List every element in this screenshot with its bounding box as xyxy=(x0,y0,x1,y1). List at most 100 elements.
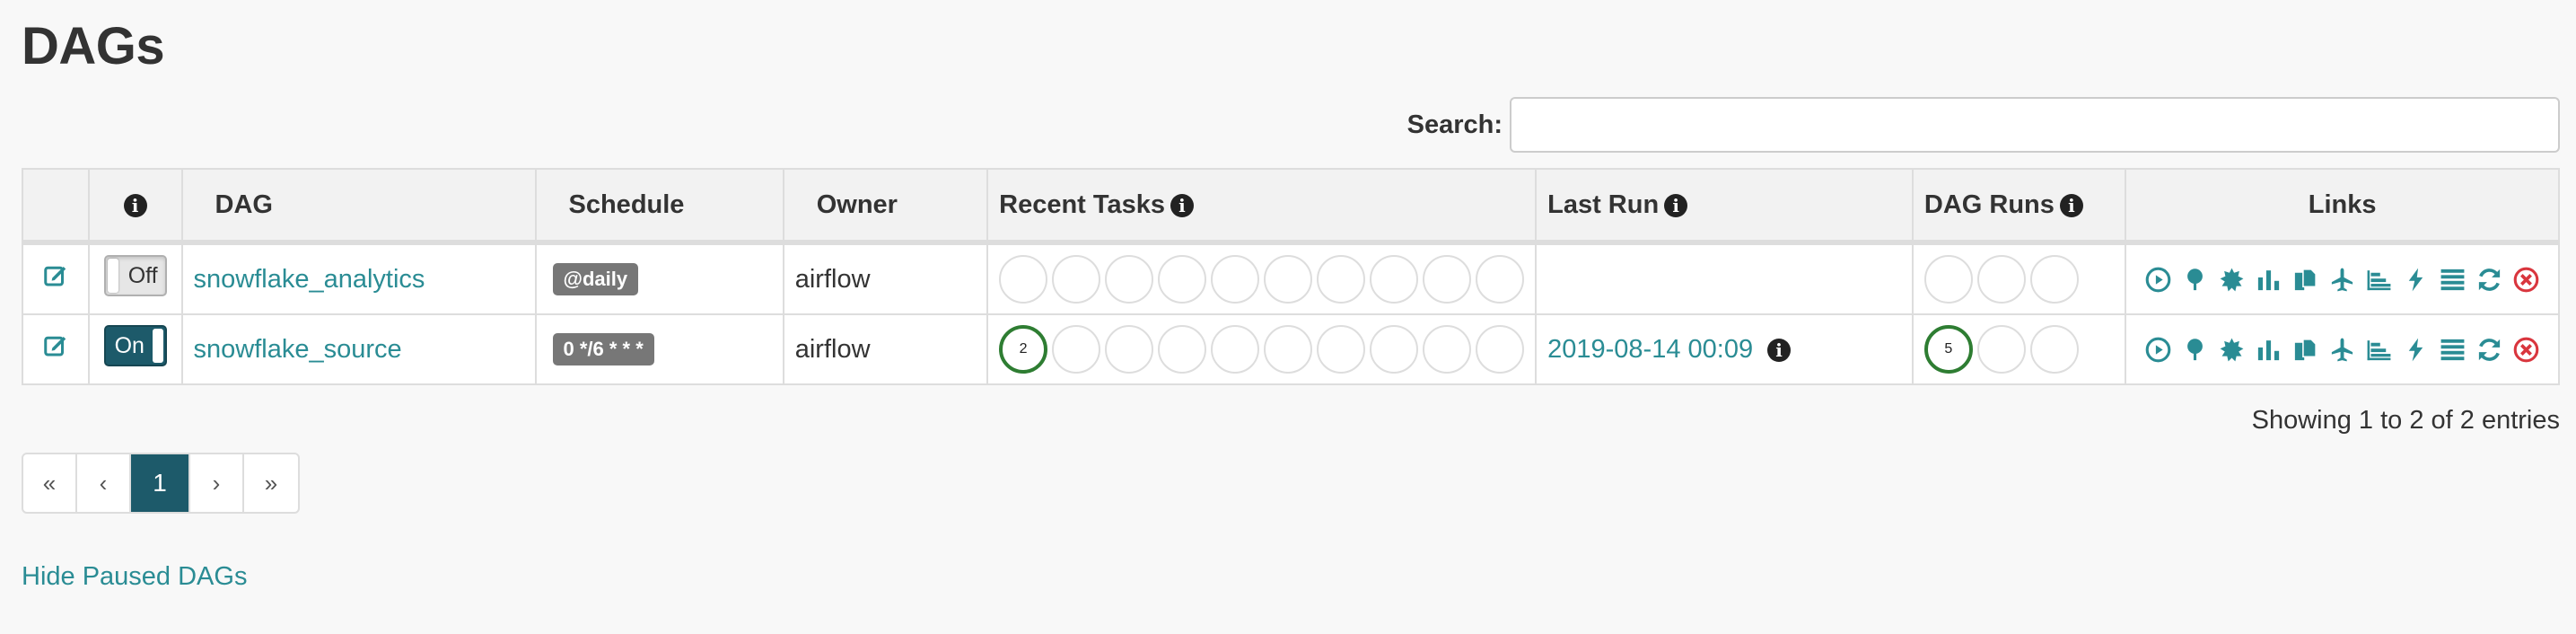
toggle-label: On xyxy=(114,333,145,358)
trigger-dag-icon[interactable] xyxy=(2144,266,2172,294)
task-state-circle[interactable] xyxy=(1317,325,1366,374)
owner-cell: airflow xyxy=(782,313,989,385)
tree-view-icon[interactable] xyxy=(2181,336,2209,364)
gantt-icon[interactable] xyxy=(2365,336,2393,364)
task-state-circle[interactable] xyxy=(1476,255,1525,304)
last-run-cell xyxy=(1535,242,1914,315)
header-dag[interactable]: DAG xyxy=(180,168,537,245)
search-input[interactable] xyxy=(1510,97,2560,153)
table-row: Off snowflake_analytics @daily airflow xyxy=(22,242,2560,315)
last-page-button[interactable]: » xyxy=(244,454,298,512)
refresh-icon[interactable] xyxy=(2475,266,2503,294)
current-page-button[interactable]: 1 xyxy=(131,454,190,512)
header-recent-tasks-label: Recent Tasks xyxy=(999,189,1165,219)
entries-info: Showing 1 to 2 of 2 entries xyxy=(2251,406,2560,435)
info-icon[interactable]: i xyxy=(123,193,147,217)
dag-runs-circles: 5 xyxy=(1923,325,2114,374)
toggle-cell: On xyxy=(87,313,183,385)
dag-run-state-circle[interactable] xyxy=(1923,255,1973,304)
graph-view-icon[interactable] xyxy=(2218,266,2246,294)
task-duration-icon[interactable] xyxy=(2255,336,2282,364)
task-state-circle[interactable]: 2 xyxy=(999,325,1048,374)
recent-tasks-circles: 2 xyxy=(999,325,1525,374)
code-view-icon[interactable] xyxy=(2402,336,2430,364)
task-state-circle[interactable] xyxy=(1476,325,1525,374)
task-state-circle[interactable] xyxy=(1052,255,1101,304)
header-owner[interactable]: Owner xyxy=(782,168,989,245)
hide-paused-dags-link[interactable]: Hide Paused DAGs xyxy=(22,562,247,592)
delete-icon[interactable] xyxy=(2512,266,2540,294)
info-icon[interactable]: i xyxy=(1767,338,1792,362)
dag-runs-circles xyxy=(1923,255,2114,304)
schedule-cell: @daily xyxy=(534,242,784,315)
task-duration-icon[interactable] xyxy=(2255,266,2282,294)
dag-pause-toggle[interactable]: On xyxy=(103,325,167,366)
task-tries-icon[interactable] xyxy=(2291,266,2319,294)
dags-table: i DAG Schedule Owner Recent Tasks i Last … xyxy=(22,168,2560,385)
task-state-circle[interactable] xyxy=(1370,325,1419,374)
dag-link[interactable]: snowflake_analytics xyxy=(194,265,425,294)
task-state-circle[interactable] xyxy=(1211,325,1260,374)
recent-tasks-cell: 2 xyxy=(986,313,1538,385)
search-label: Search: xyxy=(1406,110,1503,139)
schedule-cell: 0 */6 * * * xyxy=(534,313,784,385)
refresh-icon[interactable] xyxy=(2475,336,2503,364)
owner-cell: airflow xyxy=(782,242,989,315)
task-state-circle[interactable] xyxy=(1264,325,1313,374)
logs-icon[interactable] xyxy=(2439,336,2466,364)
schedule-badge[interactable]: 0 */6 * * * xyxy=(552,333,654,365)
last-run-cell: 2019-08-14 00:09 i xyxy=(1535,313,1914,385)
next-page-button[interactable]: › xyxy=(190,454,244,512)
task-state-circle[interactable] xyxy=(1105,325,1154,374)
prev-page-button[interactable]: ‹ xyxy=(77,454,131,512)
info-icon[interactable]: i xyxy=(1664,193,1688,217)
delete-icon[interactable] xyxy=(2512,336,2540,364)
tree-view-icon[interactable] xyxy=(2181,266,2209,294)
toggle-cell: Off xyxy=(87,242,183,315)
task-state-circle[interactable] xyxy=(1211,255,1260,304)
last-run-link[interactable]: 2019-08-14 00:09 xyxy=(1547,335,1753,364)
task-state-circle[interactable] xyxy=(1370,255,1419,304)
schedule-badge[interactable]: @daily xyxy=(552,263,639,295)
info-icon[interactable]: i xyxy=(1170,193,1194,217)
header-dag-runs: DAG Runs i xyxy=(1911,168,2127,245)
task-tries-icon[interactable] xyxy=(2291,336,2319,364)
dag-link[interactable]: snowflake_source xyxy=(194,335,402,364)
task-state-circle[interactable] xyxy=(1423,255,1472,304)
dag-run-state-circle[interactable] xyxy=(2029,255,2079,304)
dag-run-state-circle[interactable] xyxy=(2029,325,2079,374)
dag-run-state-circle[interactable]: 5 xyxy=(1923,325,1973,374)
task-state-circle[interactable] xyxy=(1052,325,1101,374)
edit-cell xyxy=(22,313,90,385)
dag-run-state-circle[interactable] xyxy=(1976,325,2026,374)
task-state-circle[interactable] xyxy=(1423,325,1472,374)
page-title: DAGs xyxy=(22,17,165,75)
task-state-circle[interactable] xyxy=(1105,255,1154,304)
code-view-icon[interactable] xyxy=(2402,266,2430,294)
header-links: Links xyxy=(2125,168,2560,245)
graph-view-icon[interactable] xyxy=(2218,336,2246,364)
task-state-circle[interactable] xyxy=(1158,325,1207,374)
first-page-button[interactable]: « xyxy=(23,454,77,512)
dag-pause-toggle[interactable]: Off xyxy=(103,255,167,296)
dag-run-state-circle[interactable] xyxy=(1976,255,2026,304)
task-state-circle[interactable] xyxy=(1317,255,1366,304)
task-state-circle[interactable] xyxy=(999,255,1048,304)
edit-icon[interactable] xyxy=(42,262,69,289)
links-cell xyxy=(2125,242,2560,315)
gantt-icon[interactable] xyxy=(2365,266,2393,294)
edit-icon[interactable] xyxy=(42,332,69,359)
task-state-circle[interactable] xyxy=(1158,255,1207,304)
recent-tasks-circles xyxy=(999,255,1525,304)
landing-times-icon[interactable] xyxy=(2328,336,2356,364)
trigger-dag-icon[interactable] xyxy=(2144,336,2172,364)
dag-runs-cell xyxy=(1911,242,2127,315)
header-schedule[interactable]: Schedule xyxy=(534,168,784,245)
landing-times-icon[interactable] xyxy=(2328,266,2356,294)
table-row: On snowflake_source 0 */6 * * * airflow … xyxy=(22,313,2560,385)
dag-id-cell: snowflake_analytics xyxy=(180,242,537,315)
info-icon[interactable]: i xyxy=(2059,193,2083,217)
header-recent-tasks: Recent Tasks i xyxy=(986,168,1538,245)
logs-icon[interactable] xyxy=(2439,266,2466,294)
task-state-circle[interactable] xyxy=(1264,255,1313,304)
